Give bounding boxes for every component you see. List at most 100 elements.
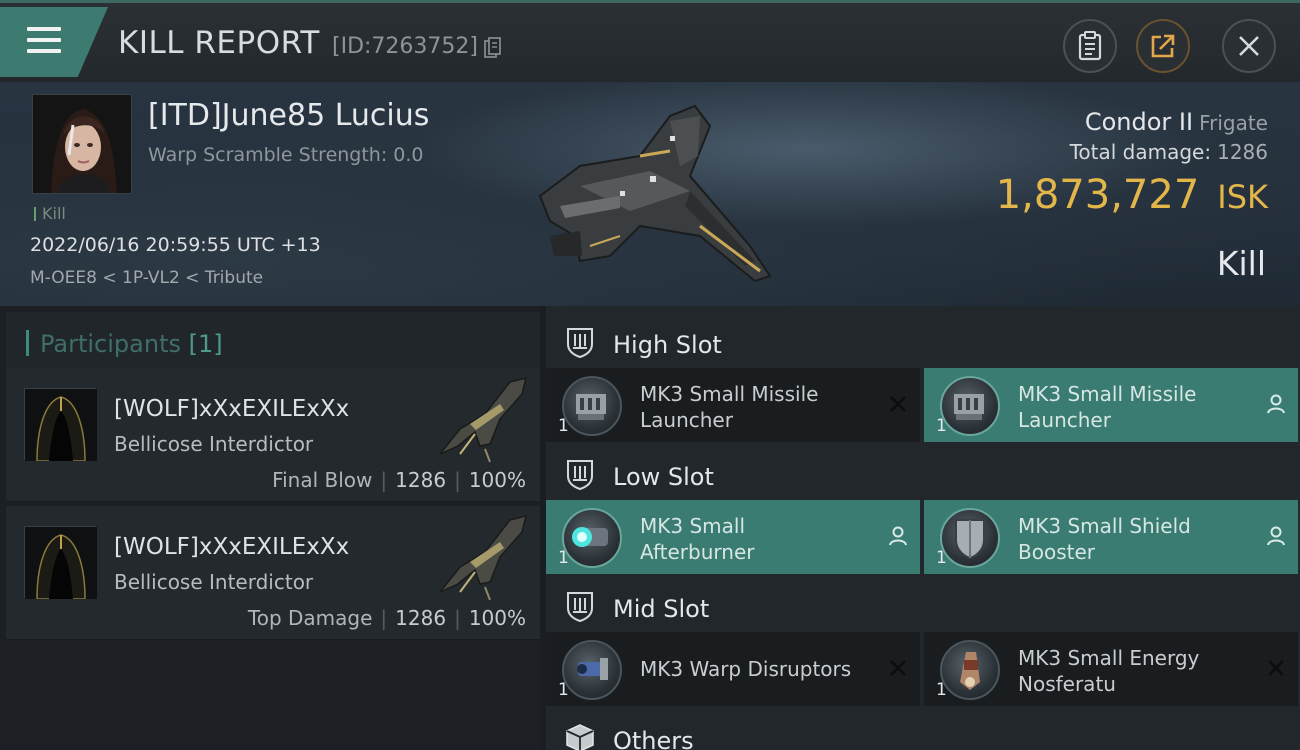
module-name: MK3 Small Shield Booster [1018, 514, 1191, 564]
dropped-person-icon [889, 526, 907, 546]
destroyed-x-icon [890, 660, 906, 676]
module-quantity: 1 [936, 548, 947, 568]
copy-icon[interactable] [484, 37, 502, 59]
victim-avatar[interactable] [32, 94, 132, 194]
mid-slot-label: Mid Slot [613, 595, 710, 623]
close-button[interactable] [1222, 19, 1276, 73]
module-quantity: 1 [936, 680, 947, 700]
isk-unit: ISK [1217, 178, 1268, 216]
module-card[interactable]: 1 MK3 Small Energy Nosferatu [924, 632, 1298, 706]
warp-scramble-strength: Warp Scramble Strength: 0.0 [148, 144, 424, 166]
module-card[interactable]: 1 MK3 Small Missile Launcher [546, 368, 920, 442]
afterburner-icon [562, 508, 622, 568]
high-slot-header: High Slot [546, 312, 1300, 370]
participant-avatar[interactable] [24, 388, 97, 462]
low-slot-label: Low Slot [613, 463, 714, 491]
victim-name[interactable]: [ITD]June85 Lucius [148, 98, 429, 133]
stats-separator: | [454, 468, 461, 492]
title-bar: KILL REPORT [ID:7263752] [0, 0, 1300, 82]
module-name: MK3 Small Energy Nosferatu [1018, 646, 1200, 696]
module-card[interactable]: 1 MK3 Small Shield Booster [924, 500, 1298, 574]
module-name: MK3 Small Afterburner [640, 514, 755, 564]
module-name: MK3 Small Missile Launcher [1018, 382, 1197, 432]
kill-location: M-OEE8 < 1P-VL2 < Tribute [30, 268, 264, 288]
warp-disruptor-icon [562, 640, 622, 700]
participant-damage: 1286 [395, 606, 447, 630]
participant-name[interactable]: [WOLF]xXxEXILExXx [114, 396, 349, 422]
high-slot-icon [567, 328, 593, 358]
kill-tag: Kill [34, 204, 66, 223]
victim-ship-name[interactable]: Condor II Frigate [1085, 108, 1268, 136]
participant-damage: 1286 [395, 468, 447, 492]
participant-stats: Final Blow | 1286 | 100% [272, 468, 526, 492]
energy-nosferatu-icon [940, 640, 1000, 700]
victim-ship-image [538, 104, 772, 283]
module-card[interactable]: 1 MK3 Small Afterburner [546, 500, 920, 574]
low-slot-icon [567, 460, 593, 490]
participant-percent: 100% [468, 468, 526, 492]
dropped-person-icon [1267, 526, 1285, 546]
stats-separator: | [380, 468, 388, 492]
others-label: Others [613, 727, 694, 750]
total-damage-label: Total damage: [1069, 140, 1212, 164]
stats-separator: | [380, 606, 388, 630]
isk-value: 1,873,727 ISK [996, 172, 1268, 218]
module-quantity: 1 [558, 548, 569, 568]
cargo-box-icon [566, 724, 594, 750]
module-name: MK3 Small Missile Launcher [640, 382, 819, 432]
hooded-portrait-icon [25, 527, 97, 600]
kill-summary: [ITD]June85 Lucius Warp Scramble Strengt… [0, 82, 1300, 306]
clipboard-button[interactable] [1063, 19, 1117, 73]
participants-count: [1] [188, 330, 223, 358]
total-damage-value: 1286 [1217, 140, 1268, 164]
participant-ship: Bellicose Interdictor [114, 570, 314, 594]
report-id: [ID:7263752] [332, 34, 478, 59]
module-quantity: 1 [558, 680, 569, 700]
participants-header: Participants [1] [6, 312, 540, 368]
participant-row[interactable]: [WOLF]xXxEXILExXx Bellicose Interdictor … [6, 506, 540, 640]
share-button[interactable] [1136, 19, 1190, 73]
hooded-portrait-icon [25, 389, 97, 462]
destroyed-x-icon [890, 396, 906, 412]
page-title: KILL REPORT [118, 25, 320, 61]
stats-separator: | [454, 606, 461, 630]
participant-ship-image [439, 376, 528, 463]
victim-portrait-image [33, 95, 131, 193]
isk-amount: 1,873,727 [995, 172, 1200, 218]
participant-ship-image [439, 514, 528, 601]
participant-ship: Bellicose Interdictor [114, 432, 314, 456]
participants-panel: Participants [1] [WOLF]xXxEXILExXx Belli… [0, 306, 540, 750]
participant-percent: 100% [468, 606, 526, 630]
participant-avatar[interactable] [24, 526, 97, 600]
low-slot-header: Low Slot [546, 444, 1300, 502]
participant-stats: Top Damage | 1286 | 100% [248, 606, 526, 630]
module-quantity: 1 [558, 416, 569, 436]
kill-datetime: 2022/06/16 20:59:55 UTC +13 [30, 234, 321, 256]
menu-button[interactable] [0, 7, 108, 77]
participant-role: Final Blow [272, 468, 373, 492]
fitting-panel: High Slot 1 MK3 Small Missile Launcher 1 … [546, 306, 1300, 750]
mid-slot-header: Mid Slot [546, 576, 1300, 634]
others-header[interactable]: Others [546, 708, 1300, 750]
participants-label: Participants [40, 330, 181, 358]
total-damage: Total damage: 1286 [1070, 140, 1268, 164]
participant-name[interactable]: [WOLF]xXxEXILExXx [114, 534, 349, 560]
high-slot-label: High Slot [613, 331, 722, 359]
share-external-icon [1151, 34, 1175, 58]
ship-type: Condor II [1084, 108, 1194, 136]
module-quantity: 1 [936, 416, 947, 436]
destroyed-x-icon [1268, 660, 1284, 676]
module-card[interactable]: 1 MK3 Small Missile Launcher [924, 368, 1298, 442]
module-card[interactable]: 1 MK3 Warp Disruptors [546, 632, 920, 706]
ship-class: Frigate [1199, 111, 1268, 135]
dropped-person-icon [1267, 394, 1285, 414]
clipboard-icon [1078, 31, 1102, 61]
missile-launcher-icon [940, 376, 1000, 436]
module-name: MK3 Warp Disruptors [640, 657, 852, 681]
shield-booster-icon [940, 508, 1000, 568]
mid-slot-icon [567, 592, 593, 622]
missile-launcher-icon [562, 376, 622, 436]
participant-row[interactable]: [WOLF]xXxEXILExXx Bellicose Interdictor … [6, 368, 540, 502]
hamburger-icon [27, 27, 61, 60]
participant-role: Top Damage [247, 606, 373, 630]
